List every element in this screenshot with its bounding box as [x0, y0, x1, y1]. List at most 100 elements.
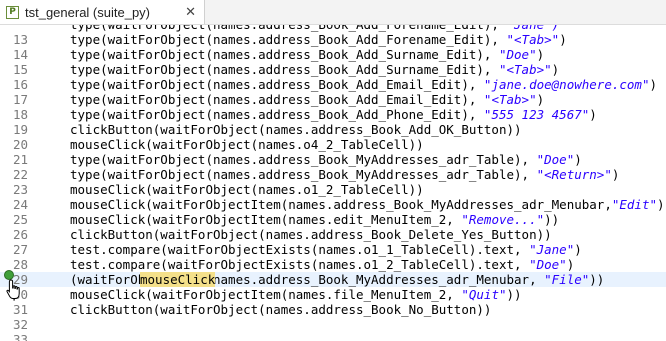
code-token: type(waitForObject(names.address_Book_Ad…	[70, 107, 484, 122]
code-token: clickButton(waitForObject(names.address_…	[70, 302, 492, 317]
string-literal: "555 123 4567"	[483, 107, 590, 122]
code-token: mouseClick(waitForObject(names.o4_2_Tabl…	[70, 137, 424, 152]
code-token: ))	[544, 212, 560, 227]
code-line[interactable]: 29 mouseClick (waitForObjectItem(names.add…	[0, 272, 666, 287]
code-token: mouseClick	[140, 272, 216, 287]
code-token: test.compare(waitForObjectExists(names.o…	[70, 242, 530, 257]
code-token: )	[589, 107, 597, 122]
code-line[interactable]: 16 type(waitForObject(names.address_Book_…	[0, 77, 666, 92]
code-line[interactable]: 31 clickButton(waitForObject(names.addres…	[0, 302, 666, 317]
string-literal: "<Tab>"	[506, 32, 560, 47]
string-literal: "Doe"	[529, 257, 567, 272]
line-number: 33	[12, 332, 28, 341]
code-line[interactable]: 28 test.compare(waitForObjectExists(names…	[0, 257, 666, 272]
string-literal: "Jane")	[507, 25, 560, 32]
code-line[interactable]: 20 mouseClick(waitForObject(names.o4_2_Ta…	[0, 137, 666, 152]
code-token: )	[536, 47, 545, 62]
code-text: type(waitForObject(names.address_Book_Ad…	[70, 47, 544, 62]
string-literal: "Jane"	[529, 242, 575, 257]
code-token: mouseClick(waitForObject(names.o1_2_Tabl…	[70, 182, 424, 197]
line-number: 32	[12, 317, 28, 332]
code-line[interactable]: 17 type(waitForObject(names.address_Book_…	[0, 92, 666, 107]
python-file-icon: P	[6, 5, 19, 19]
code-line[interactable]: 33	[0, 332, 666, 341]
code-line[interactable]: 24 mouseClick(waitForObjectItem(names.add…	[0, 197, 666, 212]
code-text: test.compare(waitForObjectExists(names.o…	[70, 257, 574, 272]
code-line[interactable]: 32	[0, 317, 666, 332]
line-number: 15	[12, 62, 28, 77]
code-line[interactable]: 26 clickButton(waitForObject(names.addres…	[0, 227, 666, 242]
code-text: mouseClick(waitForObject(names.o4_2_Tabl…	[70, 137, 424, 152]
string-literal: "<Tab>"	[483, 92, 537, 107]
code-token: mouseClick(waitForObjectItem(names.edit_…	[70, 212, 462, 227]
string-literal: "jane.doe@nowhere.com"	[483, 77, 650, 92]
string-literal: "File"	[544, 272, 590, 287]
code-token: mouseClick(waitForObjectItem(names.file_…	[70, 287, 462, 302]
code-line[interactable]: 21 type(waitForObject(names.address_Book_…	[0, 152, 666, 167]
code-token: clickButton(waitForObject(names.address_…	[70, 227, 552, 242]
code-line[interactable]: 18 type(waitForObject(names.address_Book_…	[0, 107, 666, 122]
code-text: type(waitForObject(names.address_Book_Ad…	[70, 77, 657, 92]
code-line[interactable]: 30 mouseClick(waitForObjectItem(names.fil…	[0, 287, 666, 302]
code-token: ))	[657, 197, 666, 212]
string-literal: "Remove..."	[461, 212, 545, 227]
code-token: )	[611, 167, 620, 182]
code-token: test.compare(waitForObjectExists(names.o…	[70, 257, 530, 272]
line-number: 18	[12, 107, 28, 122]
code-text: type(waitForObject(names.address_Book_Ad…	[70, 25, 559, 32]
close-icon[interactable]: ✕	[185, 5, 196, 20]
code-token: clickButton(waitForObject(names.address_…	[70, 122, 522, 137]
code-token: )	[559, 32, 567, 47]
code-token: type(waitForObject(names.address_Book_Ad…	[70, 92, 484, 107]
code-text: clickButton(waitForObject(names.address_…	[70, 122, 522, 137]
code-token: type(waitForObject(names.address_Book_Ad…	[70, 47, 499, 62]
code-text: type(waitForObject(names.address_Book_My…	[70, 167, 619, 182]
code-line[interactable]: 15 type(waitForObject(names.address_Book_…	[0, 62, 666, 77]
line-number: 26	[12, 227, 28, 242]
code-text: clickButton(waitForObject(names.address_…	[70, 227, 552, 242]
line-number: 19	[12, 122, 28, 137]
code-text: mouseClick(waitForObject(names.o1_2_Tabl…	[70, 182, 424, 197]
code-line[interactable]: 23 mouseClick(waitForObject(names.o1_2_Ta…	[0, 182, 666, 197]
line-number: 31	[12, 302, 28, 317]
code-token: )	[566, 257, 575, 272]
line-number: 17	[12, 92, 28, 107]
code-token: )	[649, 77, 658, 92]
code-text: mouseClick(waitForObjectItem(names.edit_…	[70, 212, 559, 227]
line-number: 22	[12, 167, 28, 182]
line-number: 23	[12, 182, 28, 197]
code-text: clickButton(waitForObject(names.address_…	[70, 302, 491, 317]
code-line[interactable]: 19 clickButton(waitForObject(names.addres…	[0, 122, 666, 137]
code-line[interactable]: 27 test.compare(waitForObjectExists(names…	[0, 242, 666, 257]
line-number: 16	[12, 77, 28, 92]
code-line[interactable]: 25 mouseClick(waitForObjectItem(names.edi…	[0, 212, 666, 227]
code-token: type(waitForObject(names.address_Book_Ad…	[70, 62, 499, 77]
line-number: 27	[12, 242, 28, 257]
code-line[interactable]: 14 type(waitForObject(names.address_Book_…	[0, 47, 666, 62]
line-number: 21	[12, 152, 28, 167]
string-literal: "<Tab>"	[498, 62, 552, 77]
hand-pointer-icon	[6, 279, 20, 301]
line-number: 24	[12, 197, 28, 212]
code-text: type(waitForObject(names.address_Book_Ad…	[70, 62, 559, 77]
code-text: mouseClick(waitForObjectItem(names.addre…	[70, 197, 666, 212]
code-line[interactable]: 22 type(waitForObject(names.address_Book_…	[0, 167, 666, 182]
code-line[interactable]: type(waitForObject(names.address_Book_Ad…	[0, 25, 666, 32]
line-number: 28	[12, 257, 28, 272]
code-token: )	[574, 152, 582, 167]
string-literal: "Edit"	[611, 197, 658, 212]
code-text: type(waitForObject(names.address_Book_Ad…	[70, 32, 567, 47]
code-text: test.compare(waitForObjectExists(names.o…	[70, 242, 582, 257]
code-line[interactable]: 13 type(waitForObject(names.address_Book_…	[0, 32, 666, 47]
code-editor[interactable]: type(waitForObject(names.address_Book_Ad…	[0, 25, 666, 341]
tab-tst-general[interactable]: P tst_general (suite_py) ✕	[0, 0, 205, 24]
code-text: type(waitForObject(names.address_Book_My…	[70, 152, 582, 167]
code-text: mouseClick(waitForObjectItem(names.file_…	[70, 287, 522, 302]
string-literal: "Doe"	[498, 47, 537, 62]
code-token: type(waitForObject(names.address_Book_Ad…	[70, 77, 484, 92]
line-number: 25	[12, 212, 28, 227]
code-token: type(waitForObject(names.address_Book_My…	[70, 152, 537, 167]
code-text: mouseClick(waitForObjectItem(names.addre…	[70, 272, 604, 287]
code-text: type(waitForObject(names.address_Book_Ad…	[70, 107, 597, 122]
line-number: 13	[12, 32, 28, 47]
